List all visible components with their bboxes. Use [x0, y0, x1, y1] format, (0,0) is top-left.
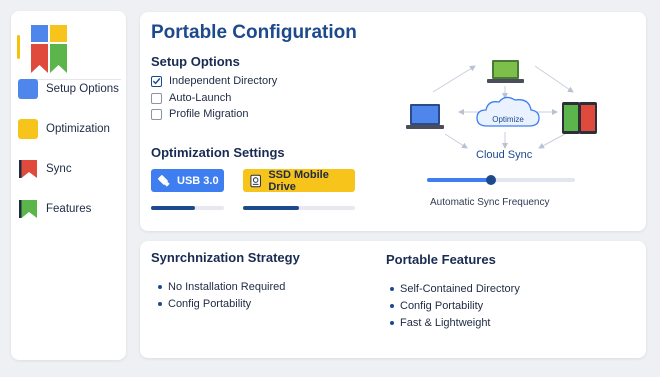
yellow-square-icon [18, 119, 38, 139]
usb-progress-bar [151, 206, 224, 210]
ssd-progress-fill [243, 206, 299, 210]
sidebar-item-label: Features [46, 203, 92, 215]
profile-migration-option[interactable]: Profile Migration [151, 108, 248, 120]
sidebar-item-label: Setup Options [46, 83, 119, 95]
list-item-label: Self-Contained Directory [400, 283, 520, 295]
cloud-icon: Optimize [476, 96, 540, 127]
main-panel: Portable Configuration Setup Options Ind… [140, 12, 646, 231]
option-label: Independent Directory [169, 75, 278, 87]
list-item: Config Portability [158, 298, 251, 310]
usb-3-button[interactable]: USB 3.0 [151, 169, 224, 192]
ssd-drive-icon [250, 174, 261, 187]
usb-drive-icon [158, 174, 170, 187]
sidebar-item-setup-options[interactable]: Setup Options [17, 75, 123, 103]
list-item-label: Config Portability [400, 300, 484, 312]
sidebar-item-optimization[interactable]: Optimization [17, 115, 123, 143]
active-indicator [17, 35, 20, 59]
cloud-sync-label: Cloud Sync [476, 149, 533, 161]
page-title: Portable Configuration [151, 22, 357, 43]
usb-progress-fill [151, 206, 195, 210]
optimization-settings-heading: Optimization Settings [151, 145, 285, 160]
list-item: Config Portability [390, 300, 483, 312]
optimize-label: Optimize [492, 115, 524, 124]
list-item-label: Config Portability [168, 298, 252, 310]
ssd-label: SSD Mobile Drive [268, 168, 329, 193]
auto-launch-checkbox[interactable] [151, 92, 162, 104]
ssd-mobile-drive-button[interactable]: SSD Mobile Drive [243, 168, 355, 193]
list-item-label: No Installation Required [168, 281, 286, 293]
green-bookmark-icon [19, 200, 37, 218]
sidebar: Setup Options Optimization Sync Features [11, 11, 126, 360]
option-label: Auto-Launch [169, 92, 232, 104]
independent-directory-option[interactable]: Independent Directory [151, 75, 277, 87]
profile-migration-checkbox[interactable] [151, 108, 162, 120]
right-devices-icon [562, 102, 597, 134]
sidebar-item-label: Optimization [46, 123, 110, 135]
sidebar-item-label: Sync [46, 163, 72, 175]
sidebar-item-features[interactable]: Features [17, 195, 123, 223]
auto-launch-option[interactable]: Auto-Launch [151, 92, 231, 104]
sync-frequency-slider[interactable] [427, 175, 575, 185]
sync-frequency-label: Automatic Sync Frequency [430, 197, 550, 208]
setup-options-heading: Setup Options [151, 54, 240, 69]
bottom-panel: Synrchnization Strategy No Installation … [140, 241, 646, 358]
option-label: Profile Migration [169, 108, 249, 120]
list-item: Self-Contained Directory [390, 283, 520, 295]
list-item: Fast & Lightweight [390, 317, 491, 329]
slider-thumb[interactable] [485, 175, 496, 185]
list-item-label: Fast & Lightweight [400, 317, 491, 329]
blue-square-icon [18, 79, 38, 99]
slider-fill [427, 178, 491, 182]
portable-features-heading: Portable Features [386, 252, 496, 267]
independent-directory-checkbox[interactable] [151, 75, 162, 87]
sync-strategy-heading: Synrchnization Strategy [151, 250, 300, 265]
left-laptop-icon [406, 104, 444, 129]
app-logo-icon [31, 25, 67, 73]
top-laptop-icon [487, 60, 524, 83]
ssd-progress-bar [243, 206, 355, 210]
list-item: No Installation Required [158, 281, 285, 293]
red-bookmark-icon [19, 160, 37, 178]
sidebar-item-sync[interactable]: Sync [17, 155, 123, 183]
checkmark-icon [152, 78, 161, 85]
usb-label: USB 3.0 [177, 174, 219, 187]
